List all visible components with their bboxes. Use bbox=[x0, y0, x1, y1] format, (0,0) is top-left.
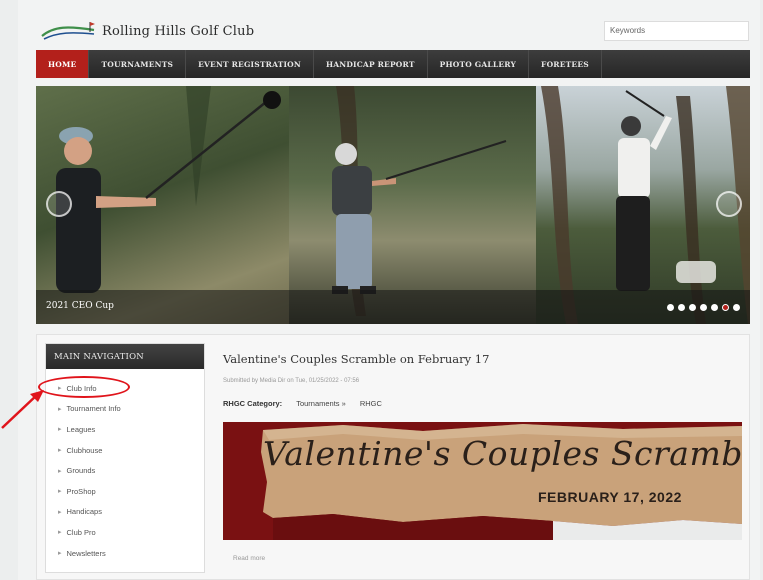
menu-foretees[interactable]: FORETEES bbox=[529, 50, 602, 78]
sidebar-item-proshop[interactable]: ▸ ProShop bbox=[46, 481, 204, 502]
pager-dot[interactable] bbox=[689, 304, 696, 311]
slide-next-button[interactable] bbox=[716, 191, 742, 217]
annotation-arrow-icon bbox=[1, 390, 44, 429]
hero-golfers-illustration bbox=[56, 86, 750, 324]
sidebar-menu: ▸ Club Info ▸ Tournament Info ▸ Leagues ▸ Cl… bbox=[46, 369, 204, 563]
category-link-tournaments[interactable]: Tournaments » bbox=[296, 399, 346, 408]
banner-title: Valentine's Couples Scramble bbox=[263, 434, 742, 473]
main-menu: HOME TOURNAMENTS EVENT REGISTRATION HAND… bbox=[36, 50, 750, 78]
bullet-icon: ▸ bbox=[58, 405, 62, 413]
bullet-icon: ▸ bbox=[58, 426, 62, 434]
pager-dot[interactable] bbox=[733, 304, 740, 311]
sidebar-item-label: Clubhouse bbox=[66, 445, 103, 455]
article-banner-image[interactable]: Valentine's Couples Scramble FEBRUARY 17… bbox=[223, 422, 742, 540]
pager-dot[interactable] bbox=[711, 304, 718, 311]
pager-dot[interactable] bbox=[700, 304, 707, 311]
menu-photo-gallery[interactable]: PHOTO GALLERY bbox=[428, 50, 530, 78]
menu-tournaments[interactable]: TOURNAMENTS bbox=[89, 50, 187, 78]
sidebar-item-newsletters[interactable]: ▸ Newsletters bbox=[46, 543, 204, 564]
site-logo[interactable]: Rolling Hills Golf Club bbox=[40, 16, 254, 46]
sidebar-item-label: ProShop bbox=[66, 486, 96, 496]
pager-dot[interactable] bbox=[667, 304, 674, 311]
category-link-rhgc[interactable]: RHGC bbox=[360, 399, 382, 408]
menu-home[interactable]: HOME bbox=[36, 50, 90, 78]
bullet-icon: ▸ bbox=[58, 508, 62, 516]
category-label: RHGC Category: bbox=[223, 399, 283, 408]
article-meta: Submitted by Media Dir on Tue, 01/25/202… bbox=[223, 378, 360, 384]
sidebar-item-handicaps[interactable]: ▸ Handicaps bbox=[46, 502, 204, 523]
sidebar-item-club-pro[interactable]: ▸ Club Pro bbox=[46, 522, 204, 543]
article-title-link[interactable]: Valentine's Couples Scramble on February… bbox=[223, 352, 489, 366]
sidebar-item-label: Handicaps bbox=[66, 507, 102, 517]
highlight-ellipse bbox=[38, 376, 130, 398]
caption-bar bbox=[36, 290, 750, 324]
hero-slideshow[interactable]: 2021 CEO Cup bbox=[36, 86, 750, 324]
sidebar-item-label: Tournament Info bbox=[66, 404, 121, 414]
sidebar-item-label: Club Pro bbox=[66, 527, 96, 537]
bullet-icon: ▸ bbox=[58, 488, 62, 496]
slide-prev-button[interactable] bbox=[46, 191, 72, 217]
bullet-icon: ▸ bbox=[58, 550, 62, 558]
slide-caption: 2021 CEO Cup bbox=[46, 301, 114, 311]
site-title: Rolling Hills Golf Club bbox=[102, 23, 255, 39]
pager-dot[interactable] bbox=[678, 304, 685, 311]
article-category: RHGC Category: Tournaments » RHGC bbox=[223, 399, 382, 408]
read-more-link[interactable]: Read more bbox=[233, 555, 265, 562]
menu-event-registration[interactable]: EVENT REGISTRATION bbox=[186, 50, 314, 78]
sidebar-item-leagues[interactable]: ▸ Leagues bbox=[46, 419, 204, 440]
logo-swoosh-icon bbox=[41, 22, 95, 40]
sidebar-item-label: Grounds bbox=[66, 466, 96, 476]
slide-pager bbox=[667, 304, 740, 311]
search-input[interactable]: Keywords bbox=[604, 21, 749, 41]
bullet-icon: ▸ bbox=[58, 467, 62, 475]
sidebar-item-tournament-info[interactable]: ▸ Tournament Info bbox=[46, 399, 204, 420]
sidebar-title: MAIN NAVIGATION bbox=[46, 344, 204, 369]
menu-handicap-report[interactable]: HANDICAP REPORT bbox=[314, 50, 428, 78]
bullet-icon: ▸ bbox=[58, 529, 62, 537]
pager-dot-active[interactable] bbox=[722, 304, 729, 311]
banner-date: FEBRUARY 17, 2022 bbox=[538, 489, 682, 505]
sidebar-item-clubhouse[interactable]: ▸ Clubhouse bbox=[46, 440, 204, 461]
bullet-icon: ▸ bbox=[58, 447, 62, 455]
sidebar-item-grounds[interactable]: ▸ Grounds bbox=[46, 460, 204, 481]
sidebar-item-label: Newsletters bbox=[66, 548, 106, 558]
sidebar-item-label: Leagues bbox=[66, 424, 96, 434]
